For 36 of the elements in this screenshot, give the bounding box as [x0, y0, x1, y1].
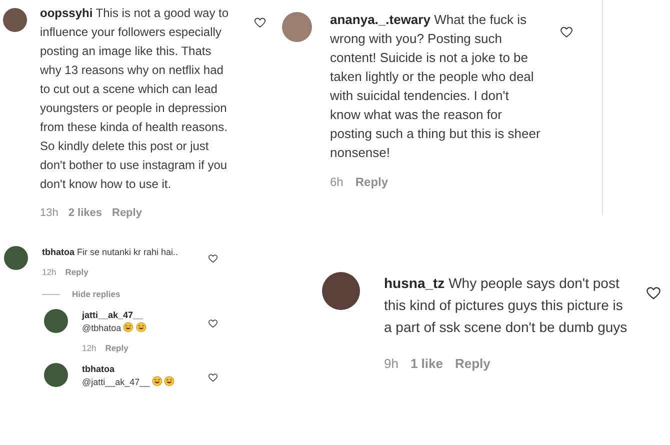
reply-link[interactable]: Reply [455, 356, 490, 371]
comment-text: @jatti__ak_47__ [82, 377, 150, 387]
comment-time: 12h [82, 343, 96, 353]
reply-link[interactable]: Reply [355, 175, 388, 189]
heart-icon[interactable] [560, 26, 573, 38]
comment-time: 9h [384, 356, 398, 371]
heart-icon[interactable] [208, 319, 218, 328]
hide-replies-link[interactable]: Hide replies [72, 289, 120, 299]
avatar[interactable] [44, 363, 68, 387]
heart-icon[interactable] [208, 254, 218, 263]
heart-icon[interactable] [646, 286, 661, 300]
username[interactable]: jatti__ak_47__ [82, 309, 194, 322]
comment-time: 12h [42, 267, 56, 277]
heart-icon[interactable] [254, 17, 266, 28]
reply-link[interactable]: Reply [105, 343, 128, 353]
comment-text: tbhatoa Fir se nutanki kr rahi hai.. [42, 246, 180, 259]
avatar[interactable] [3, 8, 27, 32]
like-count[interactable]: 2 likes [68, 207, 102, 219]
laughing-face-icon [123, 322, 134, 333]
comment-text: ananya._.tewary What the fuck is wrong with you? Posting such content! Suicide is not a joke to be taken lightly or the people who deal with suicidal tendencies. I don't know what was the reason for posting such a thing but this is sheer nonsense! [330, 11, 542, 162]
comment-time: 6h [330, 175, 344, 189]
avatar[interactable] [4, 246, 28, 270]
laughing-face-icon [136, 322, 146, 333]
avatar[interactable] [44, 309, 68, 333]
reply-link[interactable]: Reply [65, 267, 88, 277]
avatar[interactable] [322, 272, 360, 310]
comment-text: @tbhatoa [82, 323, 122, 333]
laughing-face-icon [152, 376, 162, 387]
heart-icon[interactable] [208, 373, 218, 382]
comment-text: husna_tz Why people says don't post this kind of pictures guys this picture is a part of ssk scene don't be dumb guys [384, 274, 628, 337]
comment-text: oopssyhi This is not a good way to influence your followers especially posting an image like this. Thats why 13 reasons why on netflix had to cut out a scene which can lead youngsters or people in depression from these kinda of health reasons. So kindly delete this post or just don't bother to use instagram if you don't know how to use it. [40, 5, 230, 193]
reply-link[interactable]: Reply [112, 207, 142, 219]
comment-time: 13h [40, 207, 58, 219]
username[interactable]: tbhatoa [82, 363, 194, 376]
laughing-face-icon [164, 376, 174, 387]
like-count[interactable]: 1 like [410, 356, 443, 371]
